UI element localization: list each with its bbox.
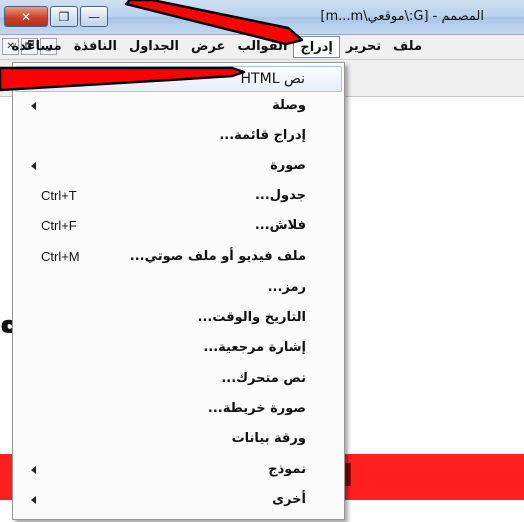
menu-item-date-time[interactable]: التاريخ والوقت... bbox=[15, 306, 342, 332]
menu-tables[interactable]: الجداول bbox=[123, 36, 185, 58]
menu-item-shortcut: Ctrl+F bbox=[41, 218, 77, 233]
menu-view[interactable]: عرض bbox=[185, 36, 231, 58]
menu-item-html-text[interactable]: نص HTML bbox=[15, 66, 342, 92]
menu-item-label: إدراج قائمة... bbox=[219, 128, 306, 143]
menu-item-label: أخرى bbox=[272, 492, 306, 507]
menu-item-label: نص متحرك... bbox=[221, 371, 306, 386]
menu-item-image[interactable]: صورة bbox=[15, 154, 342, 180]
menu-item-label: صورة خريطة... bbox=[207, 401, 306, 416]
menu-item-shortcut: Ctrl+M bbox=[41, 249, 80, 264]
menu-insert[interactable]: إدراج bbox=[293, 36, 340, 58]
menu-item-shortcut: Ctrl+T bbox=[41, 188, 77, 203]
submenu-arrow-icon bbox=[31, 496, 36, 504]
menu-item-media-file[interactable]: ملف فيديو أو ملف صوتي... Ctrl+M bbox=[15, 245, 342, 271]
menu-items: ملف تحرير إدراج القوالب عرض الجداول النا… bbox=[5, 35, 524, 59]
close-window-button[interactable]: ✕ bbox=[4, 6, 48, 27]
menu-item-form[interactable]: نموذج bbox=[15, 458, 342, 484]
maximize-window-button[interactable]: ❐ bbox=[50, 6, 78, 27]
menu-item-label: وصلة bbox=[272, 98, 306, 113]
submenu-arrow-icon bbox=[31, 102, 36, 110]
menu-edit[interactable]: تحرير bbox=[340, 36, 387, 58]
menu-item-stylesheet[interactable]: ورقة بيانات bbox=[15, 427, 342, 453]
menu-item-insert-list[interactable]: إدراج قائمة... bbox=[15, 124, 342, 150]
menu-item-bookmark[interactable]: إشارة مرجعية... bbox=[15, 336, 342, 362]
menu-item-symbol[interactable]: رمز... bbox=[15, 276, 342, 302]
submenu-arrow-icon bbox=[31, 466, 36, 474]
menu-window[interactable]: النافذة bbox=[68, 36, 123, 58]
menu-item-flash[interactable]: فلاش... Ctrl+F bbox=[15, 214, 342, 240]
menu-item-image-map[interactable]: صورة خريطة... bbox=[15, 397, 342, 423]
menu-file[interactable]: ملف bbox=[387, 36, 428, 58]
menu-item-label: ورقة بيانات bbox=[231, 431, 306, 446]
close-icon: ✕ bbox=[20, 9, 32, 24]
menu-item-marquee[interactable]: نص متحرك... bbox=[15, 367, 342, 393]
submenu-arrow-icon bbox=[31, 162, 36, 170]
minimize-window-button[interactable]: — bbox=[80, 6, 108, 27]
menu-item-label: نص HTML bbox=[240, 71, 305, 87]
menu-item-label: فلاش... bbox=[254, 218, 306, 233]
menu-item-label: التاريخ والوقت... bbox=[197, 310, 306, 325]
maximize-icon: ❐ bbox=[58, 9, 70, 24]
title-bar: ✕ ❐ — المصمم - [G:\موقعي\m...m] bbox=[0, 0, 524, 35]
menu-bar: ✕ 🗗 _ ملف تحرير إدراج القوالب عرض الجداو… bbox=[0, 35, 524, 60]
menu-item-link[interactable]: وصلة bbox=[15, 94, 342, 120]
menu-item-label: إشارة مرجعية... bbox=[203, 340, 306, 355]
menu-item-label: رمز... bbox=[267, 280, 306, 295]
window-title: المصمم - [G:\موقعي\m...m] bbox=[320, 9, 484, 24]
menu-item-label: نموذج bbox=[268, 462, 306, 477]
menu-item-table[interactable]: جدول... Ctrl+T bbox=[15, 184, 342, 210]
menu-templates[interactable]: القوالب bbox=[231, 36, 293, 58]
menu-item-label: صورة bbox=[270, 158, 306, 173]
menu-item-other[interactable]: أخرى bbox=[15, 488, 342, 514]
menu-item-label: جدول... bbox=[254, 188, 306, 203]
insert-menu-dropdown: نص HTML وصلة إدراج قائمة... صورة جدول...… bbox=[12, 62, 345, 520]
minimize-icon: — bbox=[88, 9, 100, 24]
menu-help[interactable]: مساعدة bbox=[5, 36, 67, 58]
menu-item-label: ملف فيديو أو ملف صوتي... bbox=[129, 249, 306, 264]
